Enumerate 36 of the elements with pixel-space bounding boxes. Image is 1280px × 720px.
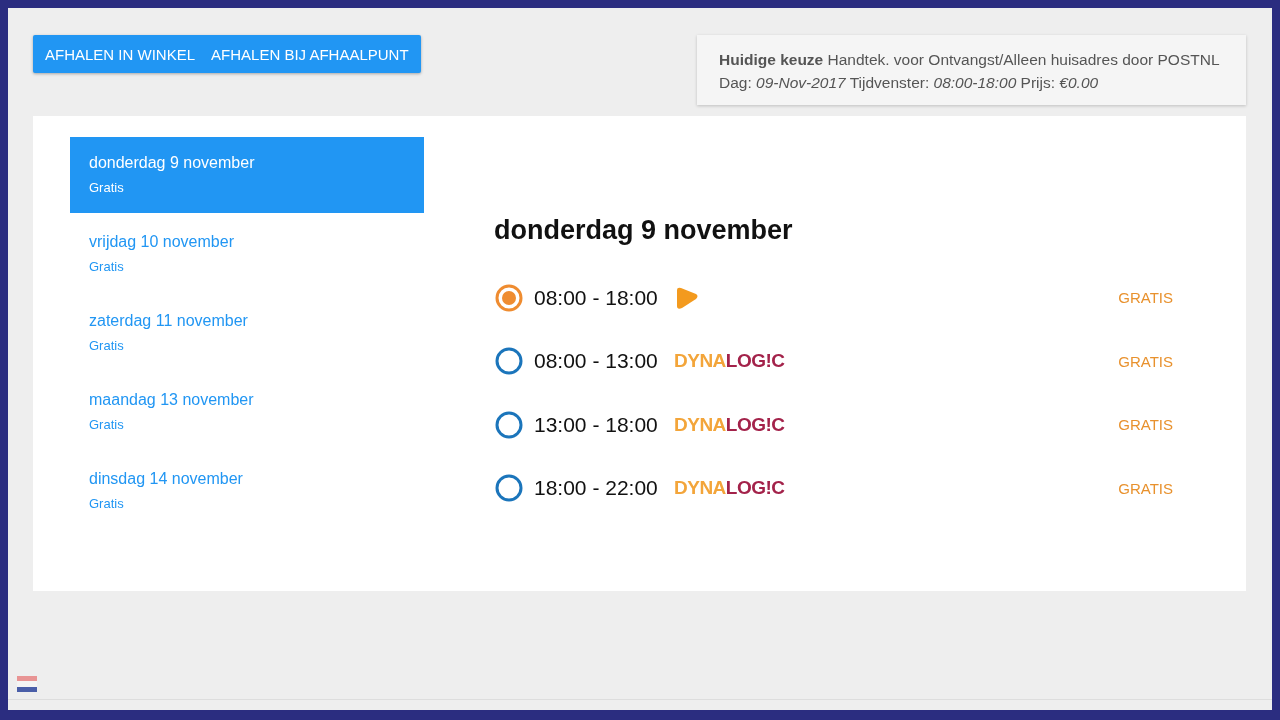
radio-button[interactable] bbox=[494, 346, 524, 377]
time-slot: 08:00 - 13:00 bbox=[534, 349, 674, 374]
carrier-logo: DYNALOG!C bbox=[674, 477, 785, 500]
radio-button[interactable] bbox=[494, 282, 524, 313]
date-item[interactable]: dinsdag 14 november Gratis bbox=[70, 453, 424, 529]
time-slot: 13:00 - 18:00 bbox=[534, 412, 674, 437]
slot-price: GRATIS bbox=[1118, 352, 1173, 370]
date-item[interactable]: vrijdag 10 november Gratis bbox=[70, 216, 424, 292]
slot-price: GRATIS bbox=[1118, 479, 1173, 497]
flag-icon[interactable] bbox=[17, 676, 37, 692]
slot-price: GRATIS bbox=[1118, 416, 1173, 434]
date-label: dinsdag 14 november bbox=[89, 470, 243, 488]
date-label: maandag 13 november bbox=[89, 391, 254, 409]
date-item[interactable]: donderdag 9 november Gratis bbox=[70, 137, 424, 213]
date-price: Gratis bbox=[89, 338, 124, 353]
carrier-logo: DYNALOG!C bbox=[674, 413, 785, 436]
date-price: Gratis bbox=[89, 180, 124, 195]
radio-button[interactable] bbox=[494, 409, 524, 440]
delivery-tab[interactable]: AFHALEN BIJ AFHAALPUNT bbox=[203, 35, 417, 73]
date-item[interactable]: zaterdag 11 november Gratis bbox=[70, 295, 424, 371]
date-label: donderdag 9 november bbox=[89, 154, 255, 172]
date-label: zaterdag 11 november bbox=[89, 312, 248, 330]
current-choice-details: Dag: 09-Nov-2017 Tijdvenster: 08:00-18:00 Prijs: €0.00 bbox=[719, 73, 1100, 93]
current-choice-text: Huidige keuze Handtek. voor Ontvangst/Alleen huisadres door POSTNL bbox=[719, 50, 1221, 70]
time-slot: 18:00 - 22:00 bbox=[534, 476, 674, 501]
date-item[interactable]: maandag 13 november Gratis bbox=[70, 374, 424, 450]
date-label: vrijdag 10 november bbox=[89, 233, 234, 251]
slot-price: GRATIS bbox=[1118, 289, 1173, 307]
delivery-tab[interactable]: AFHALEN IN WINKEL bbox=[37, 35, 204, 73]
carrier-logo: DYNALOG!C bbox=[674, 350, 785, 373]
date-price: Gratis bbox=[89, 496, 124, 511]
date-price: Gratis bbox=[89, 417, 124, 432]
time-slot: 08:00 - 18:00 bbox=[534, 285, 674, 310]
radio-button[interactable] bbox=[494, 473, 524, 504]
day-heading: donderdag 9 november bbox=[494, 215, 794, 246]
date-price: Gratis bbox=[89, 259, 124, 274]
